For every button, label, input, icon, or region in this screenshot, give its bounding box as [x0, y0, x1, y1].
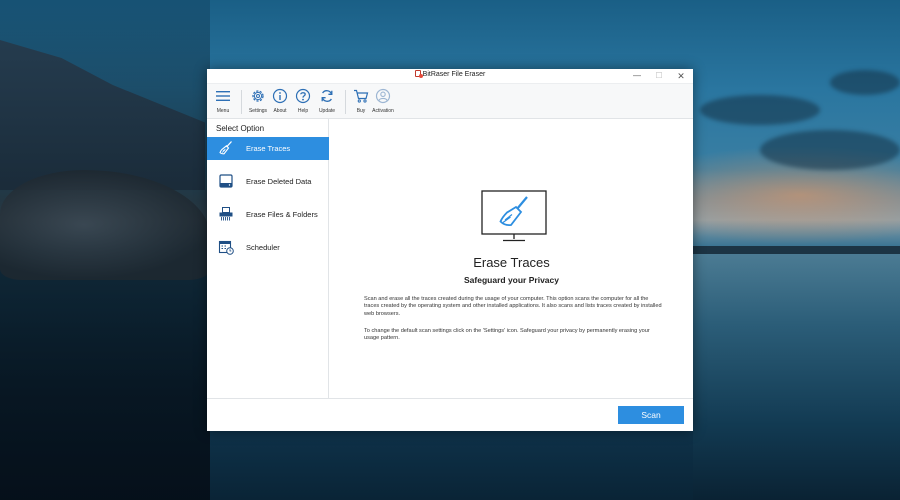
cloud-shape	[830, 70, 900, 95]
settings-button[interactable]: Settings	[246, 88, 270, 114]
minimize-button[interactable]: —	[626, 69, 648, 83]
horizon-line	[693, 246, 900, 254]
app-window: BitRaser File Eraser — ☐ ✕ Menu Settings	[207, 69, 693, 431]
broom-icon	[219, 141, 232, 155]
sidebar-item-label: Scheduler	[246, 243, 280, 252]
sidebar-item-erase-traces[interactable]: Erase Traces	[207, 137, 329, 160]
toolbar-label: Buy	[356, 108, 366, 114]
hamburger-menu-icon	[216, 91, 230, 101]
sidebar-item-label: Erase Files & Folders	[246, 210, 318, 219]
shredder-icon	[219, 207, 233, 221]
menu-button[interactable]: Menu	[211, 88, 235, 114]
toolbar-divider	[241, 90, 242, 114]
monitor-broom-icon	[481, 190, 547, 242]
update-button[interactable]: Update	[315, 88, 339, 114]
page-subtitle: Safeguard your Privacy	[464, 275, 559, 285]
scan-button[interactable]: Scan	[618, 406, 684, 424]
footer-bar: Scan	[207, 398, 693, 431]
sidebar-item-label: Erase Deleted Data	[246, 177, 312, 186]
cart-icon	[354, 89, 369, 103]
calendar-clock-icon	[218, 240, 234, 255]
sidebar: Select Option Erase Traces Erase Deleted…	[207, 119, 329, 398]
body-area: Select Option Erase Traces Erase Deleted…	[207, 119, 693, 398]
cloud-shape	[700, 95, 820, 125]
toolbar: Menu Settings About Help Update Buy Acti…	[207, 83, 693, 119]
sea-area	[693, 250, 900, 500]
about-button[interactable]: About	[268, 88, 292, 114]
help-button[interactable]: Help	[291, 88, 315, 114]
toolbar-label: Menu	[216, 108, 230, 114]
sidebar-item-scheduler[interactable]: Scheduler	[207, 236, 329, 259]
sidebar-item-erase-deleted-data[interactable]: Erase Deleted Data	[207, 170, 329, 193]
description-paragraph: Scan and erase all the traces created du…	[364, 296, 662, 317]
activation-button[interactable]: Activation	[371, 88, 395, 114]
title-bar[interactable]: BitRaser File Eraser — ☐ ✕	[207, 69, 693, 83]
buy-button[interactable]: Buy	[349, 88, 373, 114]
sidebar-title: Select Option	[216, 124, 265, 133]
hard-drive-icon	[219, 174, 233, 188]
page-title: Erase Traces	[473, 255, 550, 270]
sidebar-item-label: Erase Traces	[246, 144, 291, 153]
cloud-shape	[760, 130, 900, 170]
question-icon	[295, 88, 311, 104]
info-icon	[272, 88, 288, 104]
main-panel: Erase Traces Safeguard your Privacy Scan…	[330, 119, 693, 398]
toolbar-label: Activation	[372, 108, 394, 114]
user-icon	[375, 88, 391, 104]
toolbar-label: Help	[297, 108, 309, 114]
toolbar-label: Settings	[248, 108, 268, 114]
refresh-icon	[321, 90, 333, 102]
sidebar-item-erase-files-folders[interactable]: Erase Files & Folders	[207, 203, 329, 226]
settings-hint-paragraph: To change the default scan settings clic…	[364, 328, 650, 342]
app-logo-icon	[414, 70, 423, 78]
toolbar-divider	[345, 90, 346, 114]
window-title: BitRaser File Eraser	[207, 70, 693, 78]
toolbar-label: Update	[318, 108, 336, 114]
close-button[interactable]: ✕	[670, 69, 692, 83]
toolbar-label: About	[273, 108, 287, 114]
maximize-button[interactable]: ☐	[648, 69, 670, 83]
gear-icon	[252, 90, 264, 102]
